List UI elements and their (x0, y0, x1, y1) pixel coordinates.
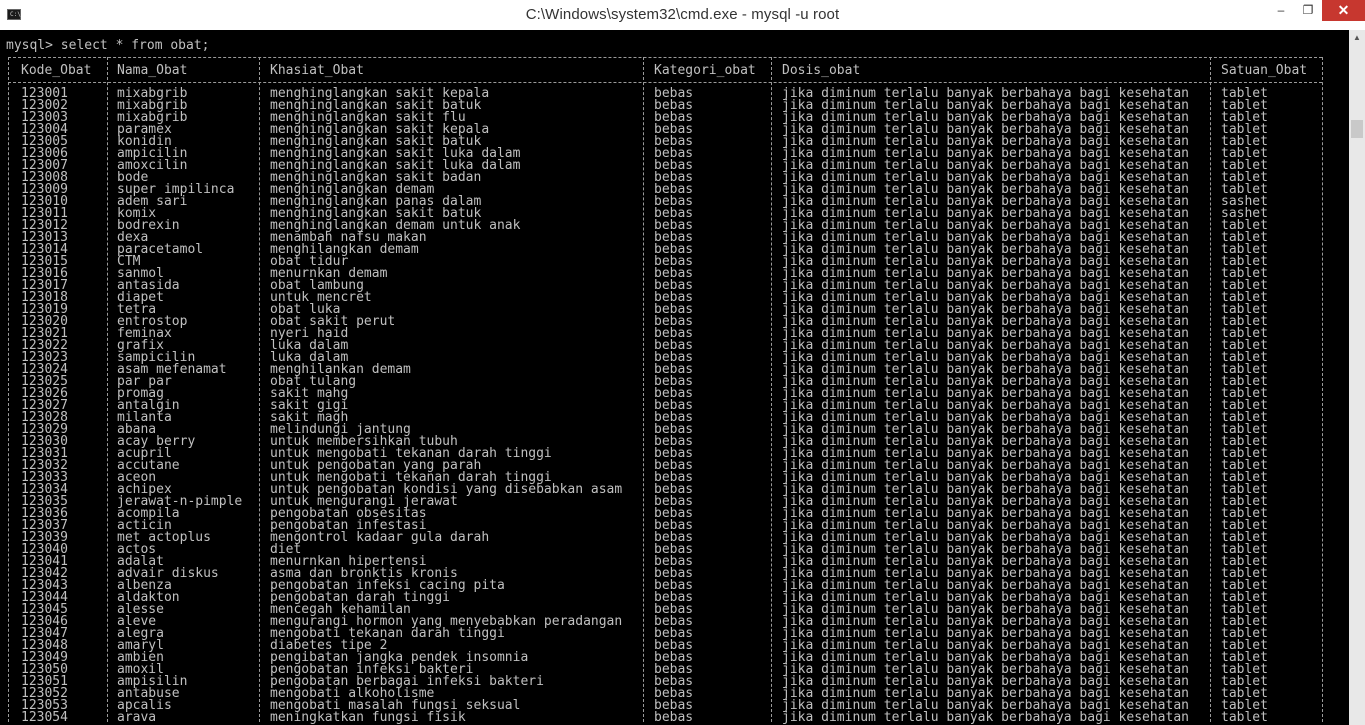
column-header-satuan-obat: Satuan_Obat (1221, 63, 1308, 78)
cell-khasiat-obat: meningkatkan fungsi fisik (270, 710, 466, 725)
mysql-prompt-command: mysql> select * from obat; (6, 38, 210, 53)
scrollbar-thumb[interactable] (1351, 120, 1363, 138)
column-separator (1210, 57, 1211, 722)
cell-kategori-obat: bebas (654, 710, 694, 725)
cell-dosis-obat: jika diminum terlalu banyak berbahaya ba… (782, 710, 1189, 725)
close-button[interactable]: ✕ (1322, 0, 1365, 21)
column-separator (8, 57, 9, 722)
column-separator (107, 57, 108, 722)
column-header-khasiat-obat: Khasiat_Obat (270, 63, 364, 78)
column-header-kode-obat: Kode_Obat (21, 63, 92, 78)
title-bar: C:\ C:\Windows\system32\cmd.exe - mysql … (0, 0, 1365, 30)
table-border-header (8, 82, 1322, 83)
cell-kode-obat: 123054 (21, 710, 68, 725)
cell-satuan-obat: tablet (1221, 710, 1268, 725)
vertical-scrollbar[interactable]: ▲ (1349, 30, 1365, 725)
window-title: C:\Windows\system32\cmd.exe - mysql -u r… (525, 6, 840, 23)
column-header-nama-obat: Nama_Obat (117, 63, 188, 78)
column-separator (1322, 57, 1323, 722)
column-header-kategori-obat: Kategori_obat (654, 63, 756, 78)
scroll-up-arrow-icon[interactable]: ▲ (1349, 30, 1365, 46)
minimize-button[interactable]: – (1268, 0, 1294, 21)
cell-khasiat-obat: mengontrol kadaar gula darah (270, 530, 490, 545)
column-header-dosis-obat: Dosis_obat (782, 63, 861, 78)
column-separator (259, 57, 260, 722)
column-separator (771, 57, 772, 722)
maximize-button[interactable]: ❐ (1295, 0, 1321, 21)
column-separator (643, 57, 644, 722)
table-border-top (8, 57, 1322, 58)
console-output[interactable]: mysql> select * from obat; Kode_Obat Nam… (0, 30, 1349, 725)
cell-nama-obat: arava (117, 710, 157, 725)
